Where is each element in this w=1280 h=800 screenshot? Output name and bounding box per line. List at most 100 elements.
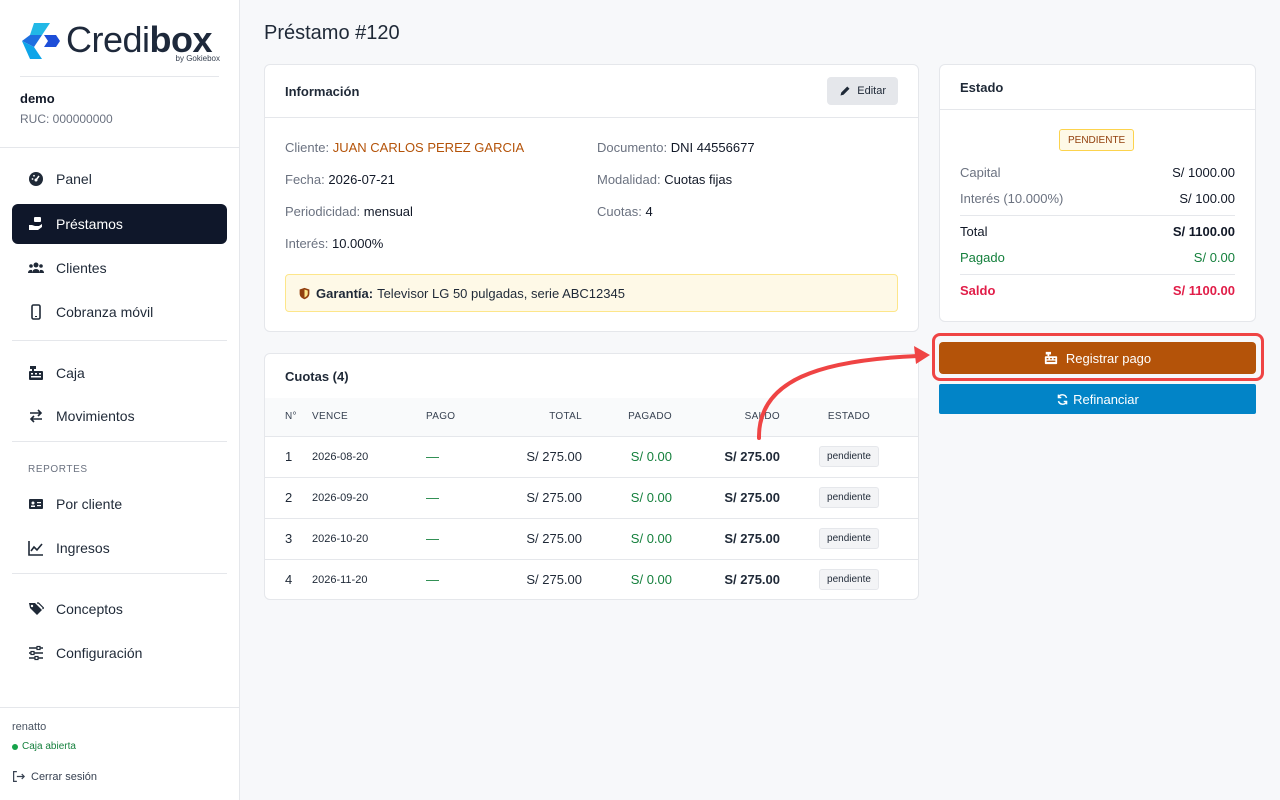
nav-item-panel[interactable]: Panel <box>12 159 227 199</box>
cell-total: S/ 275.00 <box>486 518 582 560</box>
status-badge: pendiente <box>819 487 879 508</box>
cell-saldo: S/ 275.00 <box>724 572 780 588</box>
current-user: renatto <box>12 721 47 733</box>
logout-link[interactable]: Cerrar sesión <box>12 770 97 783</box>
info-cliente: Cliente: JUAN CARLOS PEREZ GARCIA <box>285 140 525 155</box>
col-header-pago: PAGO <box>426 398 486 437</box>
summary-saldo: Saldo S/ 1100.00 <box>960 283 1235 298</box>
cell-saldo: S/ 275.00 <box>672 518 780 560</box>
cell-pago: — <box>426 518 486 560</box>
cell-pago: — <box>426 572 439 588</box>
summary-total: Total S/ 1100.00 <box>960 224 1235 239</box>
info-cuotas: Cuotas: 4 <box>597 204 653 219</box>
nav-item-por-cliente[interactable]: Por cliente <box>12 484 227 524</box>
cell-vence: 2026-09-20 <box>312 477 426 519</box>
page-title: Préstamo #120 <box>264 22 400 44</box>
nav-label: Panel <box>56 171 92 187</box>
cell-vence: 2026-10-20 <box>312 518 426 560</box>
status-badge: pendiente <box>819 528 879 549</box>
summary-interes: Interés (10.000%) S/ 100.00 <box>960 191 1235 206</box>
cell-pagado: S/ 0.00 <box>582 477 672 519</box>
sliders-icon <box>28 645 44 661</box>
nav-item-configuracion[interactable]: Configuración <box>12 633 227 673</box>
table-row: 3 2026-10-20 — S/ 275.00 S/ 0.00 S/ 275.… <box>265 518 918 560</box>
divider <box>20 76 219 77</box>
cell-total: S/ 275.00 <box>526 572 582 588</box>
status-dot-icon <box>12 743 18 750</box>
nav-item-clientes[interactable]: Clientes <box>12 248 227 288</box>
cell-total: S/ 275.00 <box>486 477 582 519</box>
tags-icon <box>28 601 44 617</box>
nav-item-caja[interactable]: Caja <box>12 353 227 393</box>
table-header-row: N° VENCE PAGO TOTAL PAGADO SALDO ESTADO <box>265 398 918 437</box>
register-payment-button[interactable]: Registrar pago <box>939 342 1256 374</box>
cell-n: 1 <box>265 436 312 478</box>
cell-n: 3 <box>265 518 312 560</box>
info-card-title: Información <box>285 83 360 99</box>
sidebar: Credibox by Gokiebox demo RUC: 000000000… <box>0 0 240 800</box>
refresh-icon <box>1057 393 1068 405</box>
estado-card: Estado PENDIENTE Capital S/ 1000.00 Inter… <box>939 64 1256 322</box>
col-header-n: N° <box>265 398 312 437</box>
pencil-icon <box>840 86 850 96</box>
nav-label: Por cliente <box>56 496 123 512</box>
status-badge: pendiente <box>819 569 879 591</box>
guarantee-alert: Garantía: Televisor LG 50 pulgadas, serie… <box>285 274 898 312</box>
cell-saldo: S/ 275.00 <box>672 477 780 519</box>
divider <box>12 573 227 574</box>
col-header-total: TOTAL <box>486 398 582 437</box>
cell-pagado: S/ 0.00 <box>582 436 672 478</box>
info-documento: Documento: DNI 44556677 <box>597 140 755 155</box>
shield-icon <box>299 287 310 299</box>
col-header-pagado: PAGADO <box>582 398 672 437</box>
cash-register-icon <box>1044 351 1057 365</box>
cell-vence: 2026-11-20 <box>312 573 368 586</box>
nav-item-ingresos[interactable]: Ingresos <box>12 528 227 568</box>
gauge-icon <box>28 171 44 187</box>
users-icon <box>28 260 44 276</box>
nav-item-cobranza-movil[interactable]: Cobranza móvil <box>12 292 227 332</box>
divider <box>0 707 239 708</box>
estado-card-title: Estado <box>960 79 1004 95</box>
cell-estado: pendiente <box>780 559 918 600</box>
line-chart-icon <box>28 540 44 556</box>
edit-button[interactable]: Editar <box>827 77 898 105</box>
col-header-saldo: SALDO <box>672 398 780 437</box>
col-header-estado: ESTADO <box>780 398 918 437</box>
company-ruc: RUC: 000000000 <box>20 112 113 126</box>
info-interes: Interés: 10.000% <box>285 236 384 251</box>
nav-label: Movimientos <box>56 408 135 424</box>
cuotas-card-header: Cuotas (4) <box>265 354 918 398</box>
cuotas-card-title: Cuotas (4) <box>285 368 349 384</box>
refinance-button[interactable]: Refinanciar <box>939 384 1256 414</box>
divider <box>12 441 227 442</box>
table-row: 1 2026-08-20 — S/ 275.00 S/ 0.00 S/ 275.… <box>265 436 918 478</box>
mobile-phone-icon <box>28 304 44 320</box>
divider <box>0 147 239 148</box>
cell-estado: pendiente <box>780 477 918 519</box>
exchange-arrows-icon <box>28 408 44 424</box>
nav-item-movimientos[interactable]: Movimientos <box>12 396 227 436</box>
nav-label: Configuración <box>56 645 143 661</box>
col-header-vence: VENCE <box>312 398 426 437</box>
hand-holding-money-icon <box>28 216 44 232</box>
nav-item-prestamos[interactable]: Préstamos <box>12 204 227 244</box>
cell-saldo: S/ 275.00 <box>672 436 780 478</box>
estado-card-header: Estado <box>940 65 1255 110</box>
info-card-header: Información Editar <box>265 65 918 118</box>
nav-label: Caja <box>56 365 85 381</box>
nav-label: Cobranza móvil <box>56 304 154 320</box>
caja-status: Caja abierta <box>12 741 76 752</box>
section-label-reportes: REPORTES <box>28 464 88 475</box>
cell-pagado: S/ 0.00 <box>582 518 672 560</box>
brand-byline: by Gokiebox <box>175 54 220 63</box>
summary-pagado: Pagado S/ 0.00 <box>960 250 1235 265</box>
client-link[interactable]: JUAN CARLOS PEREZ GARCIA <box>333 140 524 155</box>
divider <box>960 274 1235 275</box>
credibox-logo[interactable]: Credibox by Gokiebox <box>20 18 220 64</box>
nav-label: Ingresos <box>56 540 110 556</box>
cell-pago: — <box>426 436 486 478</box>
nav-item-conceptos[interactable]: Conceptos <box>12 589 227 629</box>
info-fecha: Fecha: 2026-07-21 <box>285 172 395 187</box>
info-modalidad: Modalidad: Cuotas fijas <box>597 172 733 187</box>
